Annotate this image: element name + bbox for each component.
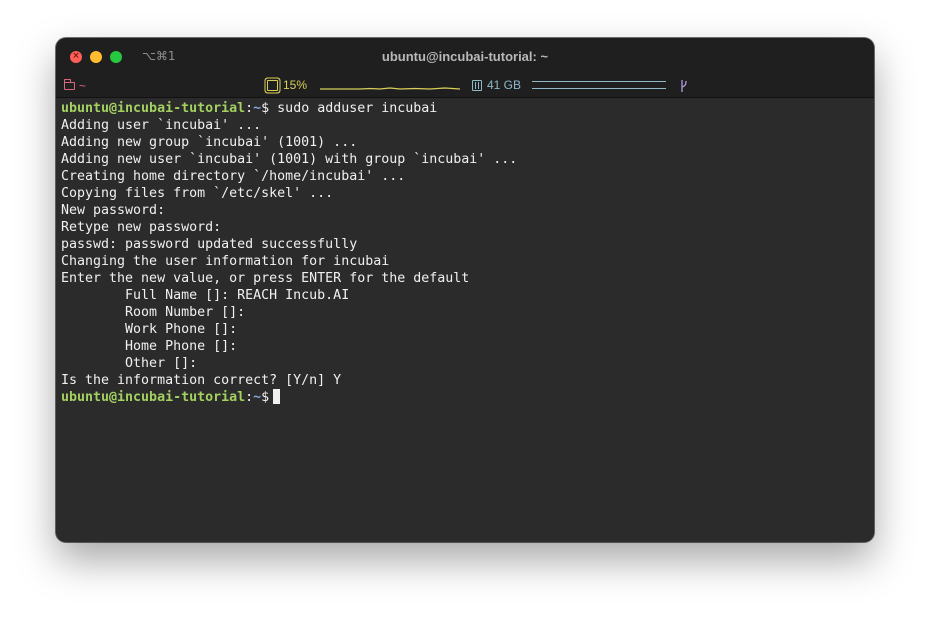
output-line: Home Phone []:: [61, 339, 238, 354]
output-line: Adding new user `incubai' (1001) with gr…: [61, 152, 518, 167]
output-line: Adding user `incubai' ...: [61, 118, 262, 133]
prompt-user-host: ubuntu@incubai-tutorial: [61, 390, 246, 405]
command-text: sudo adduser incubai: [269, 101, 438, 116]
terminal-output[interactable]: ubuntu@incubai-tutorial:~$ sudo adduser …: [56, 98, 874, 542]
memory-usage-label: 41 GB: [487, 78, 522, 92]
window-title: ubuntu@incubai-tutorial: ~: [381, 49, 549, 64]
prompt-separator: :: [245, 390, 254, 405]
prompt-path: ~: [253, 101, 262, 116]
output-line: Retype new password:: [61, 220, 222, 235]
output-line: New password:: [61, 203, 166, 218]
cpu-sparkline: [320, 87, 461, 90]
status-directory: ~: [63, 79, 87, 93]
cpu-chip-icon: [267, 79, 278, 91]
output-line: Other []:: [61, 356, 198, 371]
status-cpu: 15%: [267, 78, 461, 92]
terminal-window[interactable]: × ⌥⌘1 ubuntu@incubai-tutorial: ~ ~ 15% 4…: [56, 38, 874, 542]
text-cursor[interactable]: [273, 389, 281, 404]
output-line: passwd: password updated successfully: [61, 237, 358, 252]
memory-bar: [532, 81, 667, 89]
prompt-symbol: $: [261, 101, 270, 116]
output-line: Adding new group `incubai' (1001) ...: [61, 135, 358, 150]
cpu-usage-label: 15%: [283, 78, 308, 92]
status-bar: ~ 15% 41 GB: [56, 76, 874, 98]
memory-icon: [472, 79, 482, 91]
prompt-user-host: ubuntu@incubai-tutorial: [61, 101, 246, 116]
status-directory-label: ~: [79, 79, 87, 93]
output-line: Changing the user information for incuba…: [61, 254, 390, 269]
status-memory: 41 GB: [472, 78, 667, 92]
output-line: Room Number []:: [61, 305, 246, 320]
prompt-path: ~: [253, 390, 262, 405]
output-line: Is the information correct? [Y/n] Y: [61, 373, 342, 388]
output-line: Creating home directory `/home/incubai' …: [61, 169, 406, 184]
output-line: Full Name []: REACH Incub.AI: [61, 288, 350, 303]
git-branch-icon: [681, 80, 687, 92]
prompt-separator: :: [245, 101, 254, 116]
output-line: Copying files from `/etc/skel' ...: [61, 186, 334, 201]
output-line: Enter the new value, or press ENTER for …: [61, 271, 470, 286]
output-line: Work Phone []:: [61, 322, 238, 337]
folder-icon: [63, 79, 75, 90]
prompt-line[interactable]: ubuntu@incubai-tutorial:~$: [61, 389, 874, 406]
title-bar[interactable]: × ⌥⌘1 ubuntu@incubai-tutorial: ~: [56, 38, 874, 76]
command-line: ubuntu@incubai-tutorial:~$ sudo adduser …: [61, 100, 874, 117]
prompt-symbol: $: [261, 390, 270, 405]
